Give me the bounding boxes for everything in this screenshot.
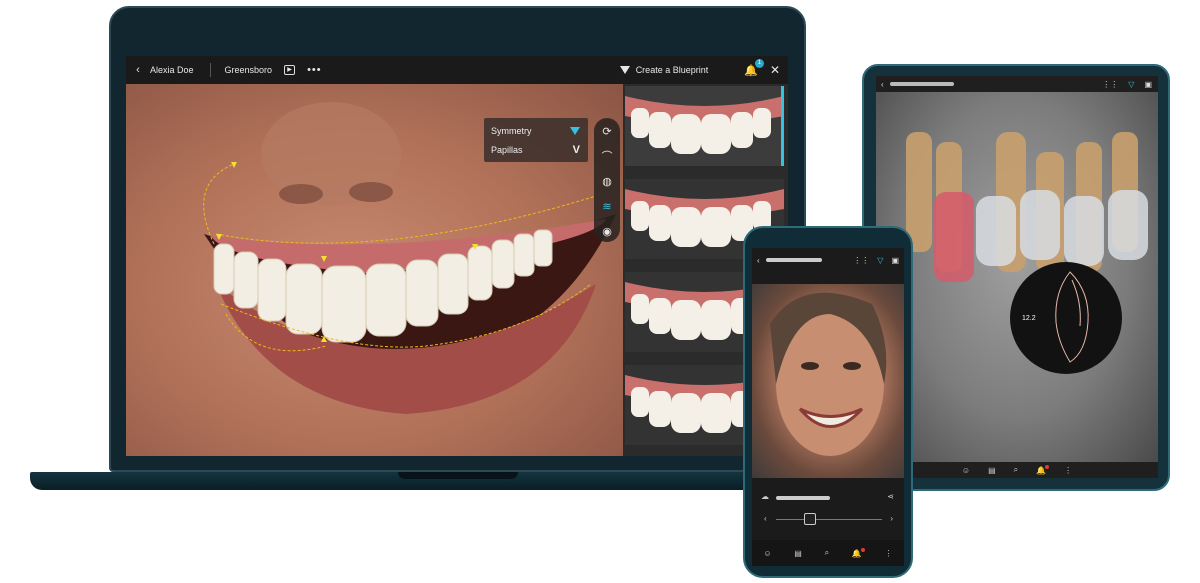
timeline-handle[interactable] — [804, 513, 816, 525]
chevron-right-icon[interactable]: › — [890, 514, 893, 523]
layers-icon[interactable]: ▣ — [891, 256, 899, 265]
profile-icon[interactable]: ☺ — [763, 549, 771, 558]
tablet-bottom-bar: ☺ ▤ ⌕ 🔔 ⋮ — [876, 462, 1158, 478]
guide-label-symmetry: Symmetry — [491, 125, 532, 136]
arch-icon[interactable]: ≋ — [602, 199, 611, 215]
search-icon[interactable]: ⌕ — [1014, 465, 1018, 475]
selected-indicator — [781, 86, 784, 166]
filter-icon[interactable]: ▽ — [1128, 80, 1134, 89]
file-name-placeholder — [776, 496, 830, 500]
tablet-toolbar: ‹ ⋮⋮ ▽ ▣ — [876, 76, 1158, 92]
thumbnail-1[interactable] — [625, 86, 784, 166]
bell-icon[interactable]: 🔔 — [1036, 464, 1050, 475]
tablet-title-placeholder — [889, 82, 954, 86]
app-topbar: ‹ Alexia Doe Greensboro ▶ ••• Create a B… — [126, 56, 788, 84]
chevron-left-icon[interactable]: ‹ — [881, 80, 884, 89]
profile-icon[interactable]: ☺ — [962, 466, 970, 475]
play-icon[interactable]: ▶ — [284, 65, 296, 75]
color-palette-icon[interactable]: ◍ — [602, 174, 612, 190]
phone-toolbar: ‹ ⋮⋮ ▽ ▣ — [752, 248, 904, 272]
layers-icon[interactable]: ▣ — [1144, 80, 1152, 89]
eye-icon[interactable]: ◉ — [602, 224, 612, 240]
cloud-upload-icon[interactable]: ☁ — [761, 492, 769, 501]
laptop-notch — [398, 472, 518, 479]
search-icon[interactable]: ⌕ — [825, 548, 829, 558]
more-vertical-icon[interactable]: ⋮ — [1064, 466, 1072, 475]
folder-icon[interactable]: ▤ — [794, 549, 802, 558]
create-blueprint-label: Create a Blueprint — [635, 65, 709, 75]
lip-line-icon[interactable]: ⌒ — [602, 149, 613, 165]
close-icon[interactable]: ✕ — [770, 63, 780, 77]
back-icon[interactable]: ‹ — [132, 64, 144, 76]
bell-icon[interactable]: 🔔 1 — [744, 58, 764, 77]
triangle-down-icon — [570, 126, 580, 135]
folder-icon[interactable]: ▤ — [988, 466, 996, 475]
phone-title-placeholder — [765, 258, 822, 262]
rotate-icon[interactable]: ⟳ — [602, 124, 611, 140]
tool-rail: ⟳ ⌒ ◍ ≋ ◉ — [594, 118, 620, 242]
measurement-label: 12.2 — [1022, 315, 1036, 322]
blueprint-icon — [619, 66, 630, 74]
create-blueprint-button[interactable]: Create a Blueprint — [619, 65, 709, 75]
bell-icon[interactable]: 🔔 — [852, 547, 865, 558]
phone-bottom-bar: ☺ ▤ ⌕ 🔔 ⋮ — [752, 540, 904, 566]
more-vertical-icon[interactable]: ⋮ — [885, 549, 893, 558]
phone-controls: ☁ ⋖ ‹ › — [752, 484, 904, 534]
guides-panel: Symmetry Papillas V — [484, 118, 588, 162]
guide-row-papillas[interactable]: Papillas V — [484, 140, 588, 159]
v-icon: V — [572, 143, 580, 156]
cbct-scan-view[interactable]: 12.2 — [876, 92, 1158, 462]
chevron-left-icon[interactable]: ‹ — [757, 256, 760, 265]
more-horizontal-icon[interactable]: ••• — [307, 64, 322, 76]
grid-icon[interactable]: ⋮⋮ — [1102, 80, 1118, 89]
portrait-face — [770, 292, 887, 456]
patient-portrait[interactable] — [752, 284, 904, 478]
tablet-screen: ‹ ⋮⋮ ▽ ▣ 12.2 ☺ ▤ ⌕ 🔔 ⋮ — [876, 76, 1158, 478]
timeline-track — [776, 519, 882, 520]
smile-photo[interactable]: Symmetry Papillas V ⟳ ⌒ ◍ ≋ ◉ — [126, 84, 623, 456]
notification-badge: 1 — [754, 58, 764, 68]
clinic-name[interactable]: Greensboro — [225, 65, 273, 75]
laptop-screen: ‹ Alexia Doe Greensboro ▶ ••• Create a B… — [126, 56, 788, 456]
topbar-divider — [209, 63, 211, 77]
share-icon[interactable]: ⋖ — [887, 492, 894, 501]
grid-icon[interactable]: ⋮⋮ — [853, 256, 869, 265]
patient-name[interactable]: Alexia Doe — [150, 65, 194, 75]
guide-row-symmetry[interactable]: Symmetry — [484, 121, 588, 140]
filter-icon[interactable]: ▽ — [877, 256, 883, 265]
guide-label-papillas: Papillas — [491, 144, 523, 155]
chevron-left-icon[interactable]: ‹ — [764, 514, 767, 523]
teeth-preview — [625, 96, 784, 154]
phone-screen: ‹ ⋮⋮ ▽ ▣ ☁ ⋖ ‹ › ☺ ▤ ⌕ 🔔 ⋮ — [752, 248, 904, 566]
